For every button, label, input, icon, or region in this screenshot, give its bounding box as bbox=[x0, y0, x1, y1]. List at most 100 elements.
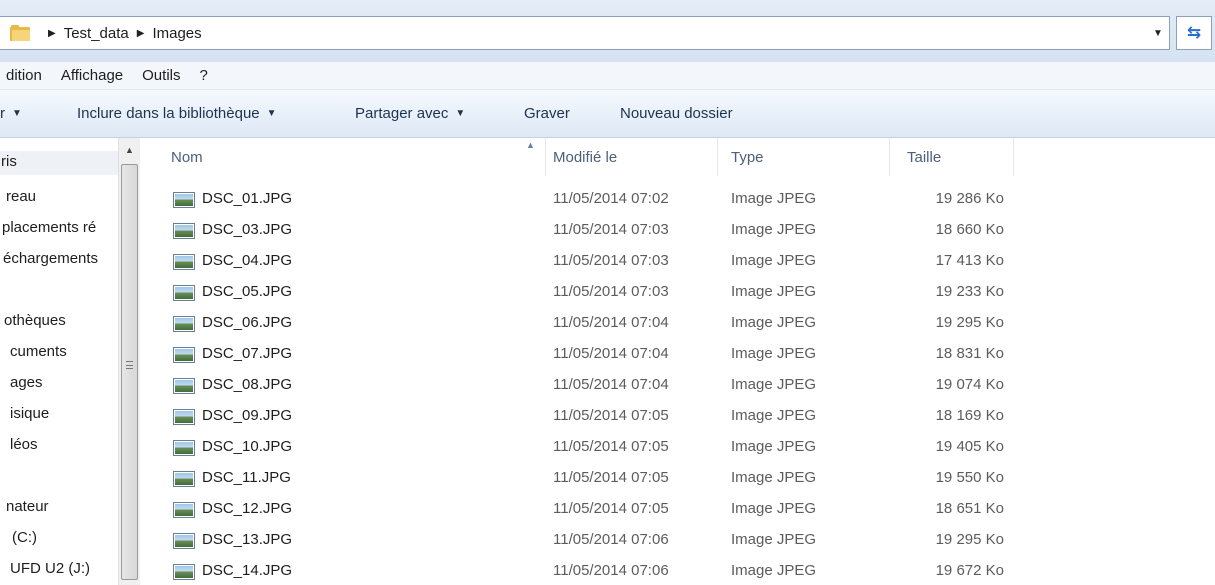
file-size: 17 413 Ko bbox=[935, 252, 1004, 269]
sort-ascending-icon: ▲ bbox=[526, 140, 535, 150]
chevron-down-icon: ▼ bbox=[12, 108, 22, 119]
file-row[interactable]: DSC_12.JPG 11/05/2014 07:05 Image JPEG 18 6… bbox=[140, 494, 1215, 524]
jpeg-image-icon bbox=[173, 502, 195, 518]
file-row[interactable]: DSC_10.JPG 11/05/2014 07:05 Image JPEG 19 4… bbox=[140, 432, 1215, 462]
menu-outils[interactable]: Outils bbox=[142, 67, 180, 84]
nav-item-disque-c[interactable]: (C:) bbox=[0, 527, 118, 551]
nav-item-images[interactable]: ages bbox=[0, 372, 118, 396]
nav-item-ufd-u2-j[interactable]: UFD U2 (J:) bbox=[0, 558, 118, 582]
menu-bar: dition Affichage Outils ? bbox=[0, 62, 1215, 90]
nav-item-videos[interactable]: léos bbox=[0, 434, 118, 458]
file-row[interactable]: DSC_06.JPG 11/05/2014 07:04 Image JPEG 19 2… bbox=[140, 308, 1215, 338]
file-row[interactable]: DSC_08.JPG 11/05/2014 07:04 Image JPEG 19 0… bbox=[140, 370, 1215, 400]
nav-item-musique[interactable]: isique bbox=[0, 403, 118, 427]
burn-label: Graver bbox=[524, 105, 570, 122]
nav-item-bibliotheques[interactable]: othèques bbox=[0, 310, 118, 334]
file-modified: 11/05/2014 07:05 bbox=[553, 500, 669, 517]
scroll-up-icon[interactable]: ▲ bbox=[119, 138, 140, 162]
nav-item-bureau[interactable]: reau bbox=[0, 186, 118, 210]
file-list: Nom ▲ Modifié le Type Taille DSC_01.JPG 1… bbox=[140, 138, 1215, 585]
file-name: DSC_09.JPG bbox=[202, 407, 293, 424]
menu-affichage[interactable]: Affichage bbox=[61, 67, 123, 84]
file-size: 18 660 Ko bbox=[935, 221, 1004, 238]
file-name: DSC_12.JPG bbox=[202, 500, 293, 517]
file-row[interactable]: DSC_01.JPG 11/05/2014 07:02 Image JPEG 19 2… bbox=[140, 184, 1215, 214]
breadcrumb-item-test-data[interactable]: Test_data bbox=[64, 25, 129, 42]
nav-item-telechargements[interactable]: échargements bbox=[0, 248, 118, 272]
breadcrumb-item-images[interactable]: Images bbox=[152, 25, 201, 42]
nav-item-documents[interactable]: cuments bbox=[0, 341, 118, 365]
nav-item-label: (C:) bbox=[12, 529, 37, 546]
file-size: 18 831 Ko bbox=[935, 345, 1004, 362]
menu-help[interactable]: ? bbox=[199, 67, 207, 84]
command-toolbar: r ▼ Inclure dans la bibliothèque ▼ Parta… bbox=[0, 90, 1215, 138]
scrollbar-thumb[interactable] bbox=[121, 164, 138, 580]
nav-item-emplacements-recents[interactable]: placements ré bbox=[0, 217, 118, 241]
include-library-label: Inclure dans la bibliothèque bbox=[77, 105, 260, 122]
column-header-type[interactable]: Type bbox=[718, 138, 890, 176]
file-row[interactable]: DSC_11.JPG 11/05/2014 07:05 Image JPEG 19 5… bbox=[140, 463, 1215, 493]
file-modified: 11/05/2014 07:06 bbox=[553, 562, 669, 579]
share-with-label: Partager avec bbox=[355, 105, 449, 122]
file-type: Image JPEG bbox=[731, 376, 817, 393]
file-size: 19 074 Ko bbox=[935, 376, 1004, 393]
refresh-icon: ⇆ bbox=[1186, 23, 1202, 42]
column-header-size[interactable]: Taille bbox=[890, 138, 1014, 176]
nav-item-favoris[interactable]: ris bbox=[0, 151, 118, 175]
file-size: 19 672 Ko bbox=[935, 562, 1004, 579]
folder-button[interactable] bbox=[0, 17, 40, 49]
nav-item-label: ages bbox=[10, 374, 43, 391]
file-row[interactable]: DSC_13.JPG 11/05/2014 07:06 Image JPEG 19 2… bbox=[140, 525, 1215, 555]
file-type: Image JPEG bbox=[731, 314, 817, 331]
file-type: Image JPEG bbox=[731, 221, 817, 238]
file-name: DSC_08.JPG bbox=[202, 376, 293, 393]
file-type: Image JPEG bbox=[731, 252, 817, 269]
column-header-name[interactable]: Nom ▲ bbox=[140, 138, 546, 176]
nav-item-label: othèques bbox=[4, 312, 66, 329]
file-row[interactable]: DSC_14.JPG 11/05/2014 07:06 Image JPEG 19 6… bbox=[140, 556, 1215, 585]
column-header-modified[interactable]: Modifié le bbox=[546, 138, 718, 176]
menu-edition[interactable]: dition bbox=[6, 67, 42, 84]
navigation-scrollbar[interactable]: ▲ bbox=[118, 138, 140, 585]
jpeg-image-icon bbox=[173, 533, 195, 549]
file-row[interactable]: DSC_07.JPG 11/05/2014 07:04 Image JPEG 18 8… bbox=[140, 339, 1215, 369]
folder-icon bbox=[10, 25, 30, 41]
refresh-button[interactable]: ⇆ bbox=[1176, 16, 1212, 50]
chevron-down-icon: ▼ bbox=[266, 108, 277, 119]
jpeg-image-icon bbox=[173, 285, 195, 301]
file-modified: 11/05/2014 07:04 bbox=[553, 314, 669, 331]
share-with-button[interactable]: Partager avec ▼ bbox=[355, 105, 465, 122]
file-modified: 11/05/2014 07:04 bbox=[553, 345, 669, 362]
file-modified: 11/05/2014 07:05 bbox=[553, 407, 669, 424]
file-size: 19 295 Ko bbox=[935, 314, 1004, 331]
jpeg-image-icon bbox=[173, 378, 195, 394]
file-modified: 11/05/2014 07:03 bbox=[553, 252, 669, 269]
file-name: DSC_03.JPG bbox=[202, 221, 293, 238]
file-name: DSC_04.JPG bbox=[202, 252, 293, 269]
jpeg-image-icon bbox=[173, 347, 195, 363]
file-modified: 11/05/2014 07:03 bbox=[553, 221, 669, 238]
file-type: Image JPEG bbox=[731, 283, 817, 300]
jpeg-image-icon bbox=[173, 440, 195, 456]
file-row[interactable]: DSC_09.JPG 11/05/2014 07:05 Image JPEG 18 1… bbox=[140, 401, 1215, 431]
burn-button[interactable]: Graver bbox=[524, 105, 570, 122]
new-folder-button[interactable]: Nouveau dossier bbox=[620, 105, 733, 122]
file-modified: 11/05/2014 07:03 bbox=[553, 283, 669, 300]
file-type: Image JPEG bbox=[731, 345, 817, 362]
address-bar[interactable]: ▶ Test_data ▶ Images bbox=[0, 16, 1170, 50]
jpeg-image-icon bbox=[173, 223, 195, 239]
jpeg-image-icon bbox=[173, 316, 195, 332]
organize-button[interactable]: r ▼ bbox=[0, 105, 22, 122]
breadcrumb-arrow-icon[interactable]: ▶ bbox=[48, 28, 56, 39]
nav-item-ordinateur[interactable]: nateur bbox=[0, 496, 118, 520]
nav-item-label: placements ré bbox=[2, 219, 97, 236]
address-dropdown-icon[interactable]: ▼ bbox=[1148, 16, 1168, 50]
breadcrumb-arrow-icon[interactable]: ▶ bbox=[137, 28, 145, 39]
file-type: Image JPEG bbox=[731, 562, 817, 579]
include-library-button[interactable]: Inclure dans la bibliothèque ▼ bbox=[77, 105, 277, 122]
file-row[interactable]: DSC_03.JPG 11/05/2014 07:03 Image JPEG 18 6… bbox=[140, 215, 1215, 245]
file-row[interactable]: DSC_04.JPG 11/05/2014 07:03 Image JPEG 17 4… bbox=[140, 246, 1215, 276]
file-row[interactable]: DSC_05.JPG 11/05/2014 07:03 Image JPEG 19 2… bbox=[140, 277, 1215, 307]
file-name: DSC_11.JPG bbox=[202, 469, 291, 486]
file-type: Image JPEG bbox=[731, 531, 817, 548]
